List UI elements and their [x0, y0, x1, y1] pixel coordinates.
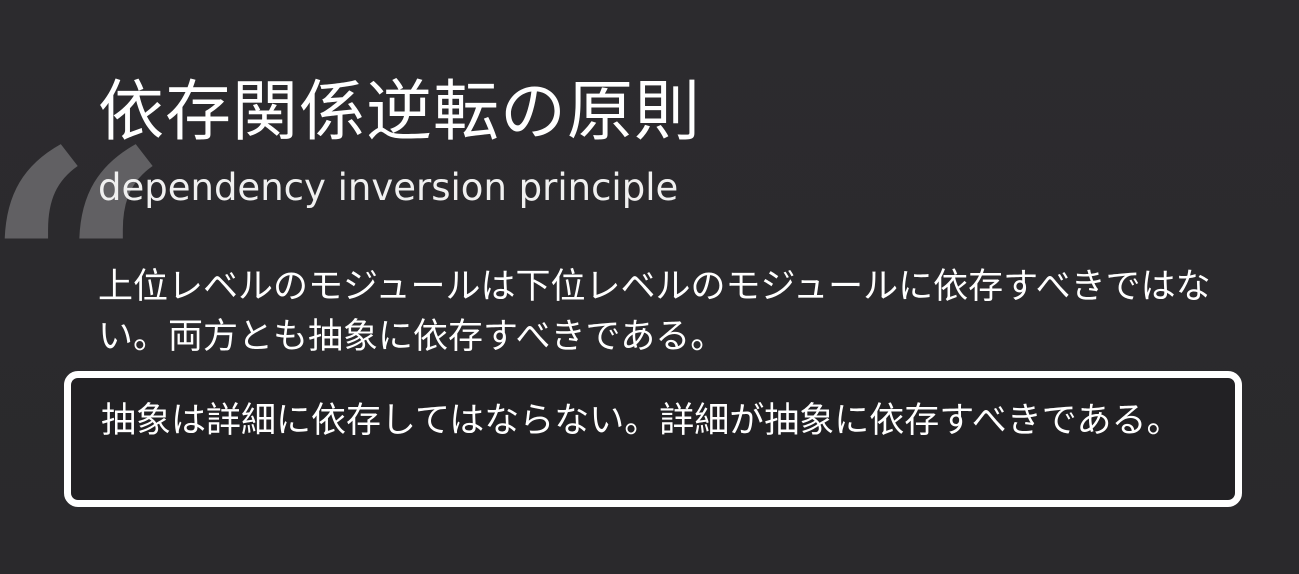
highlight-statement: 抽象は詳細に依存してはならない。詳細が抽象に依存すべきである。: [101, 401, 1182, 441]
slide: “ 依存関係逆転の原則 dependency inversion princip…: [0, 0, 1299, 574]
principle-statement: 上位レベルのモジュールは下位レベルのモジュールに依存すべきではない。両方とも抽象…: [98, 267, 1211, 357]
highlight-box: 抽象は詳細に依存してはならない。詳細が抽象に依存すべきである。: [64, 371, 1242, 507]
slide-subtitle: dependency inversion principle: [98, 166, 679, 209]
slide-title: 依存関係逆転の原則: [98, 73, 701, 150]
